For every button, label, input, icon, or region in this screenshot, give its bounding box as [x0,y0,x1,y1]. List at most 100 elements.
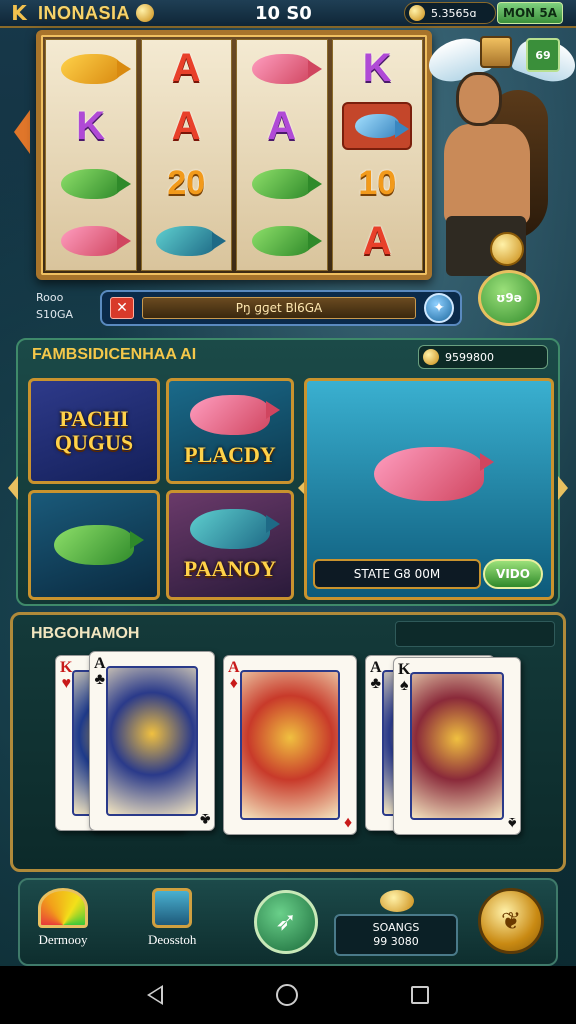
gold-coin-button[interactable]: ❦ [478,888,544,954]
game-tile-placdy[interactable]: PLACDY [166,378,294,484]
chest-icon [152,888,193,928]
symbol-k: K [76,103,106,148]
brand-coin-icon [136,4,155,22]
back-icon[interactable] [146,985,163,1005]
coin-stack-icon [490,232,524,266]
balance-box: 5.3565ɑ [404,2,496,24]
menu-button[interactable]: MON 5A [497,2,563,24]
fish-icon [156,226,227,257]
coin-icon [409,5,425,21]
coin-icon [423,349,439,365]
fish-teal-icon [142,213,232,271]
slot-machine[interactable]: K A A 20 A K 10 A [36,30,432,280]
fish-green-icon [237,155,327,213]
games-coins-value: 9599800 [445,350,494,364]
game-tile-pachi[interactable]: PACHI QUGUS [28,378,160,484]
card-corner: ♠ [507,814,517,831]
game-tile-green-fish[interactable] [28,490,160,600]
fish-tile-icon [333,98,423,156]
card-art [240,670,340,820]
fish-icon [54,525,144,565]
reel-2: A A 20 [140,39,232,271]
back-icon[interactable]: K [6,1,32,25]
fish-pink-icon [237,40,327,98]
game-tile-featured[interactable]: STATE G8 00M VIDO [304,378,554,600]
nav-balance: SOANGS 99 3080 [334,914,458,956]
score-display: 10 S0 [255,3,312,24]
fish-icon [251,53,322,84]
collect-label: ʊ9ə [496,291,522,305]
playing-card[interactable]: A ♣ ♣ [89,651,215,831]
nav-item-dermooy[interactable]: Dermooy [38,888,88,948]
fish-gold-icon [46,40,136,98]
card-corner: ♣ [199,810,211,827]
games-coins-box: 9599800 [418,345,548,369]
games-panel: FAMBSIDICENHAA AI 9599800 PACHI QUGUS PL… [8,338,568,606]
symbol-a: A [171,103,201,148]
slot-left-arrow-icon[interactable] [14,110,30,154]
game-tile-paanoy-label: PAANOY [183,556,277,581]
nav-item-dermooy-label: Dermooy [38,932,88,947]
fish-icon [190,509,280,549]
bet-bar: ✕ Pŋ ɡɡet Bl6GA ✦ [100,290,462,326]
chevron-right-icon[interactable] [558,476,568,500]
cards-title: HBGOHAMOH [31,625,140,642]
card-art [106,666,198,816]
game-tile-pachi-label: PACHI QUGUS [54,406,134,455]
fish-tile-frame [342,102,413,151]
bag-button[interactable]: 69 [526,38,560,72]
nav-balance-line1: SOANGS [372,921,420,934]
card-corner: A ♦ [228,659,240,692]
fish-icon [251,168,322,199]
collect-button[interactable]: ʊ9ə [478,270,540,326]
games-title: FAMBSIDICENHAA AI [32,346,197,363]
recent-apps-icon[interactable] [411,986,430,1004]
top-bar: K INONASIA 10 S0 5.3565ɑ MON 5A [0,0,576,28]
card-corner: ♦ [343,814,352,831]
cards-panel: HBGOHAMOH K ♥♥A ♣♣A ♦♦A ♣♣K ♠♠ [10,612,566,872]
fish-pink-icon [46,213,136,271]
card-corner: A ♣ [370,659,382,692]
play-button[interactable]: ➶ [254,890,318,954]
playing-card[interactable]: K ♠ ♠ [393,657,521,835]
symbol-a: A [362,218,392,263]
symbol-a: A [171,46,201,91]
game-tile-paanoy[interactable]: PAANOY [166,490,294,600]
fish-green-icon [46,155,136,213]
fish-green-icon [237,213,327,271]
bet-field[interactable]: Pŋ ɡɡet Bl6GA [142,297,416,319]
card-corner: A ♣ [94,655,106,688]
coin-icon [380,890,414,912]
left-stats: Rooo S10GA [36,289,73,323]
fish-icon [374,447,494,501]
cards-header-field [395,621,555,647]
symbol-k: K [362,46,392,91]
stats-line-2: S10GA [36,308,74,321]
fish-icon [60,226,131,257]
brand-title: INONASIA [38,2,131,23]
nav-item-deosstoh-label: Deosstoh [148,932,197,947]
playing-card[interactable]: A ♦ ♦ [223,655,357,835]
game-tile-placdy-label: PLACDY [184,442,276,467]
fish-icon [251,226,322,257]
reel-4: K 10 A [331,39,423,271]
symbol-10: 10 [358,164,397,203]
rainbow-icon [38,888,88,928]
info-icon[interactable]: ✦ [424,293,454,323]
home-icon[interactable] [275,984,298,1006]
treasure-chest-icon[interactable] [480,36,512,68]
chevron-left-icon[interactable] [8,476,18,500]
reel-1: K [45,39,137,271]
reel-3: A [236,39,328,271]
fish-icon [190,395,280,435]
close-icon[interactable]: ✕ [110,297,134,319]
featured-status: STATE G8 00M [313,559,481,589]
symbol-20: 20 [167,164,206,203]
card-corner: K ♠ [398,661,411,694]
nav-item-deosstoh[interactable]: Deosstoh [148,888,196,948]
video-button[interactable]: VIDO [483,559,543,589]
stats-line-1: Rooo [36,291,64,304]
character-body [444,124,530,224]
fish-icon [60,168,131,199]
nav-balance-line2: 99 3080 [373,935,419,948]
